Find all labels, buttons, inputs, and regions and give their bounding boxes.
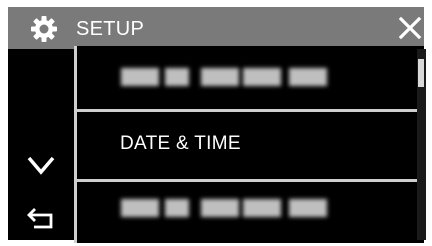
nav-column bbox=[8, 49, 74, 240]
blurred-label bbox=[119, 197, 329, 219]
back-arrow-icon bbox=[27, 208, 53, 229]
menu-item-3[interactable] bbox=[74, 182, 424, 243]
setup-screen: SETUP DATE & TIME bbox=[0, 0, 432, 246]
scrollbar[interactable] bbox=[417, 49, 426, 240]
chevron-down-icon bbox=[27, 156, 55, 175]
gear-icon bbox=[31, 16, 57, 42]
back-button[interactable] bbox=[8, 197, 74, 241]
scroll-down-button[interactable] bbox=[8, 143, 74, 187]
header-bar: SETUP bbox=[8, 7, 424, 49]
setup-menu-list: DATE & TIME bbox=[74, 46, 424, 243]
blurred-label bbox=[119, 66, 329, 88]
page-title: SETUP bbox=[76, 18, 145, 40]
menu-item-1[interactable] bbox=[74, 46, 424, 112]
setup-body: DATE & TIME bbox=[8, 46, 424, 243]
menu-item-date-time[interactable]: DATE & TIME bbox=[74, 112, 424, 182]
close-icon[interactable] bbox=[394, 11, 426, 45]
menu-item-label: DATE & TIME bbox=[120, 133, 241, 154]
scrollbar-thumb[interactable] bbox=[418, 59, 424, 87]
